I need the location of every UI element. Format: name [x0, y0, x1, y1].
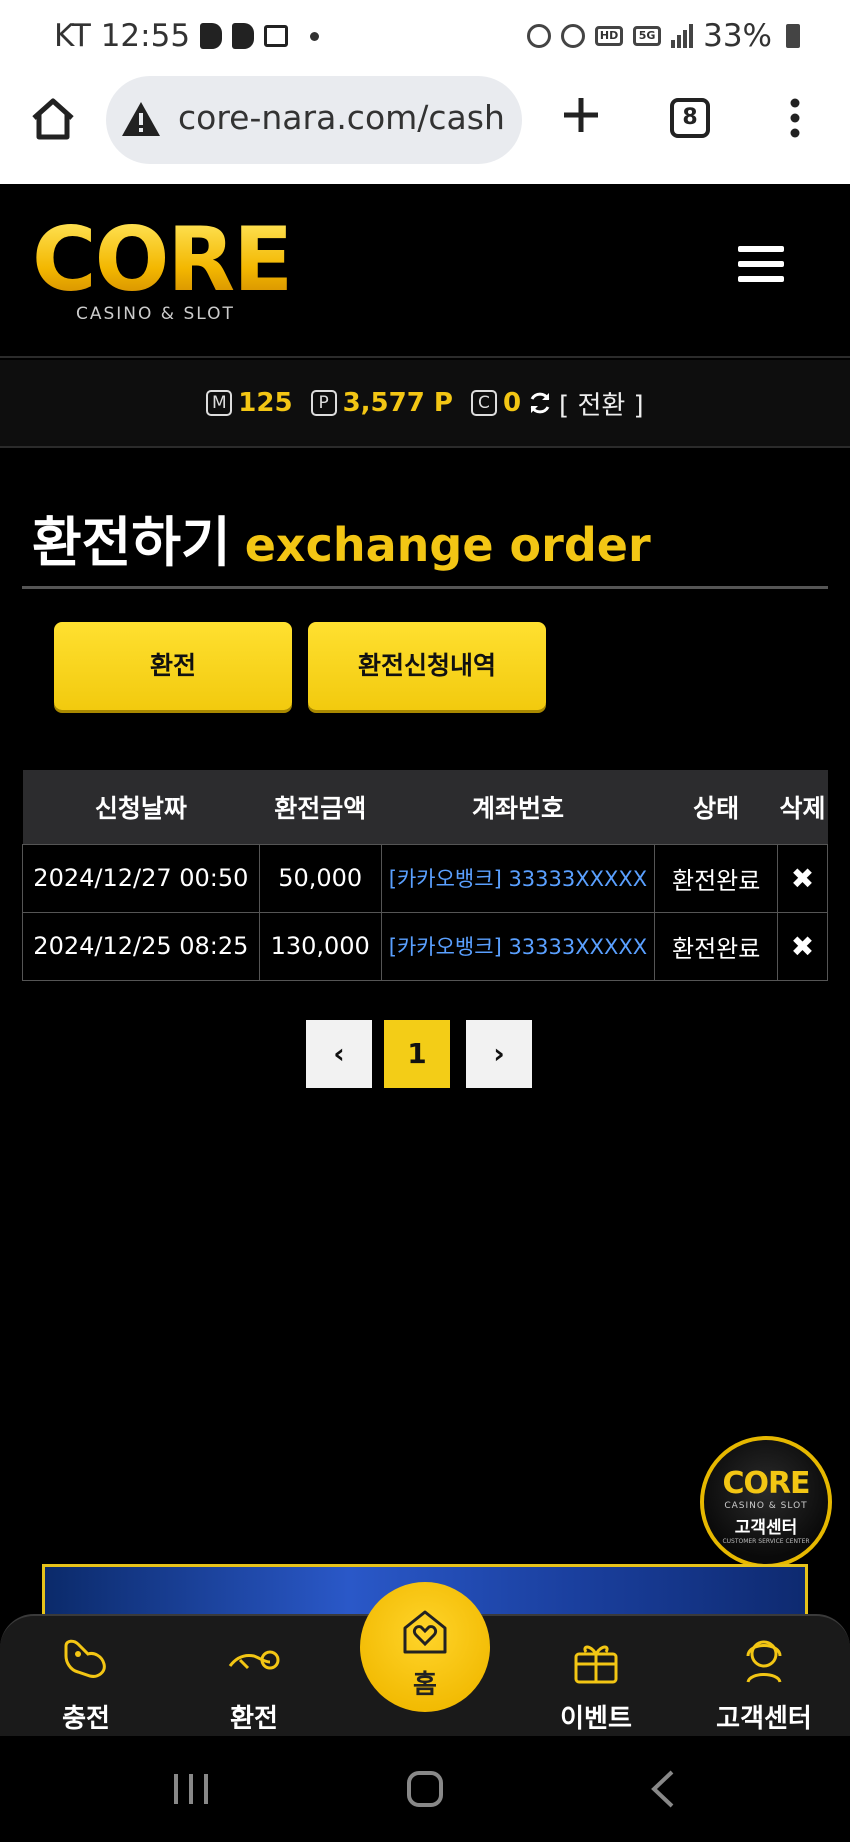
nav-support-label: 고객센터 — [716, 1704, 812, 1734]
nav-event[interactable]: 이벤트 — [536, 1632, 656, 1735]
status-left: KT 12:55 — [54, 18, 320, 54]
nav-home-label: 홈 — [413, 1670, 437, 1700]
point-value: 3,577 P — [342, 388, 453, 418]
android-navigation-bar — [0, 1736, 850, 1842]
site-header: CORE CASINO & SLOT — [0, 184, 850, 358]
nav-charge-label: 충전 — [62, 1704, 110, 1734]
pagination-next-button[interactable]: › — [466, 1020, 532, 1088]
hamburger-menu-icon[interactable] — [738, 246, 784, 286]
page-title-korean: 환전하기 — [32, 511, 231, 574]
gallery-notification-icon — [264, 25, 289, 47]
battery-percent: 33% — [703, 18, 772, 54]
exchange-history-table: 신청날짜 환전금액 계좌번호 상태 삭제 2024/12/27 00:50 50… — [22, 770, 828, 981]
site-logo[interactable]: CORE CASINO & SLOT — [32, 208, 302, 328]
carrier-time: KT 12:55 — [54, 18, 191, 54]
headset-icon — [746, 1640, 782, 1683]
row-date: 2024/12/27 00:50 — [22, 843, 260, 913]
nav-charge[interactable]: 충전 — [26, 1632, 146, 1735]
logo-subtitle: CASINO & SLOT — [76, 304, 235, 324]
page-title-english: exchange order — [244, 518, 651, 572]
status-right: HD 5G 33% — [527, 18, 800, 54]
hd-icon: HD — [595, 26, 624, 46]
system-home-icon[interactable] — [400, 1766, 450, 1812]
notification-b-icon — [200, 23, 223, 49]
nav-exchange-label: 환전 — [230, 1704, 278, 1734]
home-icon[interactable] — [28, 94, 78, 144]
battery-icon — [786, 24, 800, 48]
status-bar: KT 12:55 HD 5G 33% — [0, 0, 850, 76]
exchange-icon — [228, 1650, 280, 1670]
nav-home[interactable]: 홈 — [360, 1582, 490, 1712]
row-account: [카카오뱅크] 33333XXXXX — [380, 911, 656, 981]
nav-event-label: 이벤트 — [560, 1704, 632, 1734]
notification-b-icon-2 — [232, 23, 255, 49]
back-icon[interactable] — [640, 1766, 690, 1812]
coin-balance: C 0 [ 전환 ] — [470, 385, 644, 422]
not-secure-warning-icon[interactable] — [120, 100, 162, 138]
pagination-page-1[interactable]: 1 — [384, 1020, 450, 1088]
title-divider — [22, 586, 828, 589]
row-status: 환전완료 — [654, 843, 779, 913]
gift-icon — [574, 1645, 618, 1684]
row-account: [카카오뱅크] 33333XXXXX — [380, 843, 656, 913]
alarm-icon — [527, 24, 552, 48]
delete-icon[interactable]: ✖ — [777, 843, 828, 913]
recent-apps-icon[interactable] — [166, 1766, 216, 1812]
switch-link[interactable]: [ 전환 ] — [559, 385, 644, 422]
browser-toolbar: core-nara.com/cash_ 8 — [0, 76, 850, 184]
delete-icon[interactable]: ✖ — [777, 911, 828, 981]
row-amount: 50,000 — [258, 843, 382, 913]
cs-title: 고객센터 — [734, 1518, 798, 1538]
coin-value: 0 — [502, 388, 522, 418]
tab-switcher-button[interactable]: 8 — [670, 98, 710, 138]
money-balance: M 125 — [206, 388, 293, 418]
5g-icon: 5G — [633, 26, 662, 46]
balance-bar: M 125 P 3,577 P C 0 [ 전환 ] — [0, 360, 850, 448]
url-text[interactable]: core-nara.com/cash_ — [178, 98, 503, 137]
nav-support[interactable]: 고객센터 — [704, 1632, 824, 1735]
money-value: 125 — [238, 388, 293, 418]
page-title: 환전하기 exchange order — [32, 498, 651, 577]
table-row: 2024/12/27 00:50 50,000 [카카오뱅크] 33333XXX… — [22, 843, 828, 913]
home-heart-icon — [403, 1610, 447, 1654]
header-date: 신청날짜 — [94, 793, 187, 823]
charge-icon — [64, 1639, 106, 1678]
header-amount: 환전금액 — [274, 793, 367, 823]
money-badge-icon: M — [206, 390, 233, 416]
cs-logo-subtitle: CASINO & SLOT — [724, 1501, 808, 1511]
exchange-button[interactable]: 환전 — [54, 622, 292, 710]
exchange-history-button[interactable]: 환전신청내역 — [308, 622, 546, 710]
cs-tiny-text: CUSTOMER SERVICE CENTER — [722, 1538, 810, 1545]
more-notifications-icon — [310, 31, 320, 41]
header-status: 상태 — [693, 793, 740, 823]
coin-badge-icon: C — [470, 390, 497, 416]
header-account: 계좌번호 — [471, 793, 564, 823]
table-header-row: 신청날짜 환전금액 계좌번호 상태 삭제 — [22, 770, 828, 844]
customer-center-float-button[interactable]: CORE CASINO & SLOT 고객센터 CUSTOMER SERVICE… — [700, 1436, 832, 1568]
refresh-icon[interactable] — [527, 390, 553, 416]
table-row: 2024/12/25 08:25 130,000 [카카오뱅크] 33333XX… — [22, 911, 828, 981]
row-amount: 130,000 — [258, 911, 382, 981]
row-date: 2024/12/25 08:25 — [22, 911, 260, 981]
signal-icon — [671, 24, 694, 48]
point-badge-icon: P — [310, 390, 337, 416]
header-delete: 삭제 — [779, 793, 826, 823]
row-status: 환전완료 — [654, 911, 779, 981]
logo-text: CORE — [32, 208, 293, 311]
point-balance: P 3,577 P — [310, 388, 453, 418]
mute-icon — [561, 24, 586, 48]
more-options-icon[interactable] — [790, 98, 800, 138]
new-tab-icon[interactable] — [560, 94, 602, 136]
nav-exchange[interactable]: 환전 — [194, 1632, 314, 1735]
cs-logo-text: CORE — [722, 1466, 810, 1501]
pagination-prev-button[interactable]: ‹ — [306, 1020, 372, 1088]
